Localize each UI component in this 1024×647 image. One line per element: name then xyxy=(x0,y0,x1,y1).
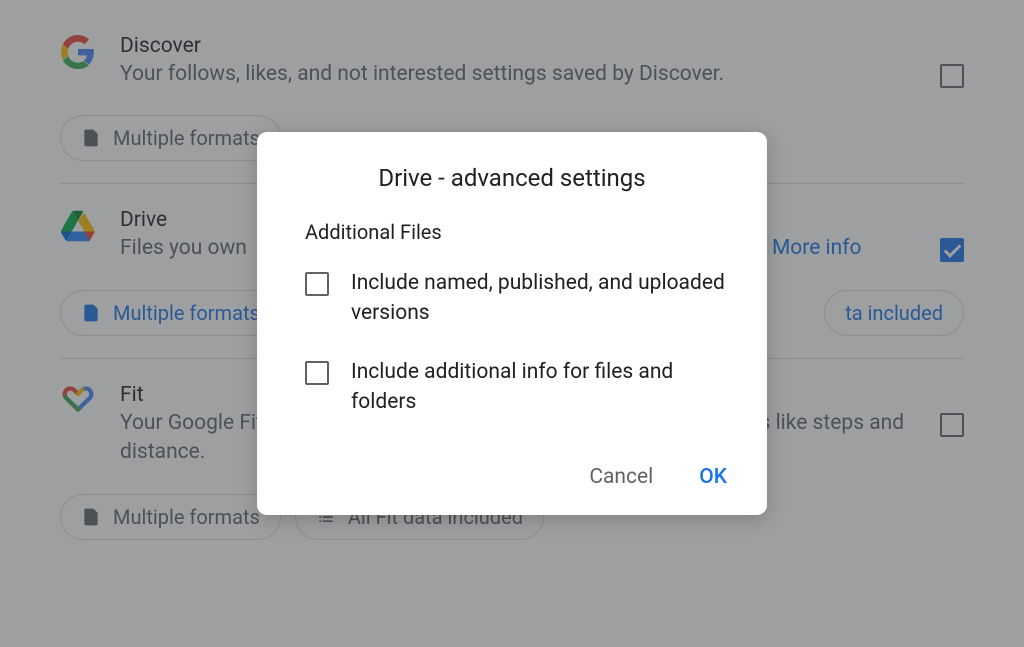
modal-overlay[interactable]: Drive - advanced settings Additional Fil… xyxy=(0,0,1024,647)
modal-option-versions: Include named, published, and uploaded v… xyxy=(285,268,739,329)
ok-button[interactable]: OK xyxy=(691,457,735,497)
include-additional-info-checkbox[interactable] xyxy=(305,361,329,385)
modal-option-label: Include named, published, and uploaded v… xyxy=(351,268,739,329)
modal-section-title: Additional Files xyxy=(285,220,739,244)
modal-title: Drive - advanced settings xyxy=(285,164,739,192)
include-versions-checkbox[interactable] xyxy=(305,272,329,296)
modal-option-additional-info: Include additional info for files and fo… xyxy=(285,357,739,418)
modal-option-label: Include additional info for files and fo… xyxy=(351,357,739,418)
drive-advanced-settings-modal: Drive - advanced settings Additional Fil… xyxy=(257,132,767,516)
cancel-button[interactable]: Cancel xyxy=(581,457,661,497)
